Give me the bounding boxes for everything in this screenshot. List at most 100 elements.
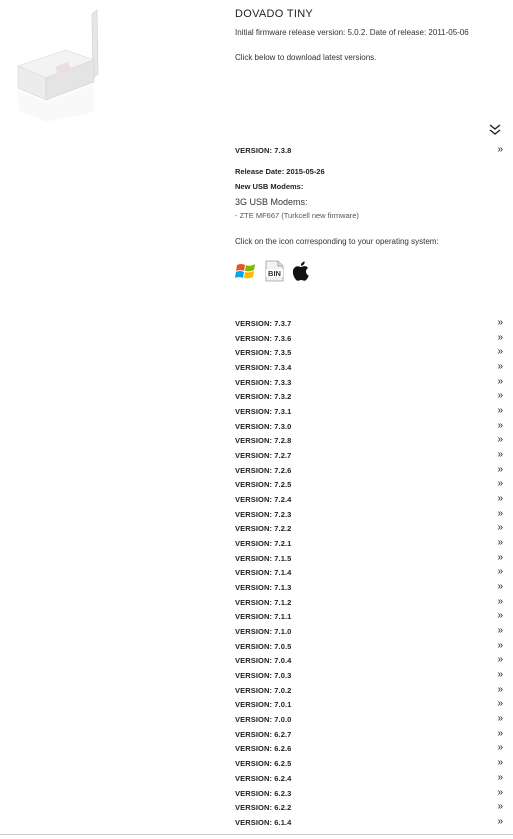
version-row[interactable]: VERSION: 7.2.4 » bbox=[235, 494, 503, 509]
version-row[interactable]: VERSION: 7.1.0 » bbox=[235, 626, 503, 641]
version-row[interactable]: VERSION: 7.3.7 » bbox=[235, 318, 503, 333]
svg-text:BIN: BIN bbox=[268, 269, 281, 278]
download-instruction-text: Click below to download latest versions. bbox=[235, 53, 377, 62]
version-label: VERSION: 7.0.3 bbox=[235, 671, 292, 681]
version-row[interactable]: VERSION: 7.3.3 » bbox=[235, 375, 503, 392]
double-chevron-right-icon: » bbox=[497, 566, 503, 578]
version-label: VERSION: 7.2.8 bbox=[235, 436, 292, 446]
apple-icon[interactable] bbox=[291, 259, 313, 283]
version-row[interactable]: VERSION: 7.3.1 » bbox=[235, 406, 503, 421]
version-row[interactable]: VERSION: 7.0.5 » bbox=[235, 639, 503, 656]
double-chevron-right-icon: » bbox=[497, 551, 503, 563]
version-row[interactable]: VERSION: 7.0.2 » bbox=[235, 683, 503, 700]
version-row[interactable]: VERSION: 6.2.6 » bbox=[235, 743, 503, 758]
version-row[interactable]: VERSION: 7.2.2 » bbox=[235, 523, 503, 538]
version-label: VERSION: 7.1.4 bbox=[235, 568, 292, 578]
double-chevron-right-icon: » bbox=[497, 434, 503, 446]
double-chevron-right-icon: » bbox=[497, 390, 503, 402]
double-chevron-right-icon: » bbox=[497, 375, 503, 387]
bottom-divider bbox=[0, 834, 513, 835]
double-chevron-right-icon: » bbox=[497, 801, 503, 813]
version-label: VERSION: 7.3.3 bbox=[235, 377, 292, 387]
version-label: VERSION: 7.2.5 bbox=[235, 480, 292, 490]
new-modems-heading: New USB Modems: bbox=[235, 182, 304, 191]
release-date: Release Date: 2015-05-26 bbox=[235, 167, 325, 176]
version-label: VERSION: 7.2.2 bbox=[235, 524, 292, 534]
version-row[interactable]: VERSION: 7.3.4 » bbox=[235, 362, 503, 377]
version-row[interactable]: VERSION: 7.2.6 » bbox=[235, 463, 503, 480]
version-label: VERSION: 7.2.6 bbox=[235, 465, 292, 475]
version-row[interactable]: VERSION: 7.3.6 » bbox=[235, 331, 503, 348]
version-row[interactable]: VERSION: 6.2.7 » bbox=[235, 728, 503, 744]
double-chevron-right-icon: » bbox=[497, 317, 503, 328]
version-label: VERSION: 7.3.4 bbox=[235, 363, 292, 373]
double-chevron-right-icon: » bbox=[497, 757, 503, 769]
version-row[interactable]: VERSION: 7.3.2 » bbox=[235, 391, 503, 406]
double-chevron-down-icon[interactable] bbox=[488, 123, 502, 137]
double-chevron-right-icon: » bbox=[497, 361, 503, 373]
double-chevron-right-icon: » bbox=[497, 625, 503, 637]
version-row[interactable]: VERSION: 7.2.5 » bbox=[235, 479, 503, 494]
version-label: VERSION: 7.3.6 bbox=[235, 333, 292, 343]
version-row[interactable]: VERSION: 6.2.4 » bbox=[235, 771, 503, 788]
double-chevron-right-icon: » bbox=[497, 346, 503, 358]
version-row[interactable]: VERSION: 7.3.5 » bbox=[235, 347, 503, 362]
version-label: VERSION: 7.2.7 bbox=[235, 451, 292, 461]
double-chevron-right-icon: » bbox=[497, 522, 503, 534]
version-label: VERSION: 7.3.5 bbox=[235, 348, 292, 358]
version-row[interactable]: VERSION: 7.0.3 » bbox=[235, 670, 503, 685]
double-chevron-right-icon: » bbox=[497, 463, 503, 475]
version-row[interactable]: VERSION: 7.2.1 » bbox=[235, 538, 503, 553]
double-chevron-right-icon: » bbox=[497, 449, 503, 461]
page-title: DOVADO TINY bbox=[235, 8, 314, 20]
double-chevron-right-icon: » bbox=[497, 493, 503, 505]
version-label: VERSION: 6.2.3 bbox=[235, 788, 292, 798]
version-row[interactable]: VERSION: 7.1.3 » bbox=[235, 582, 503, 597]
double-chevron-right-icon: » bbox=[497, 683, 503, 695]
os-prompt: Click on the icon corresponding to your … bbox=[235, 237, 439, 246]
bin-icon[interactable]: BIN bbox=[263, 259, 285, 283]
expanded-version-panel: VERSION: 7.3.8 » Release Date: 2015-05-2… bbox=[235, 145, 503, 282]
version-row[interactable]: VERSION: 6.2.3 » bbox=[235, 786, 503, 803]
version-row[interactable]: VERSION: 6.1.4 » bbox=[235, 815, 503, 832]
product-image bbox=[14, 4, 106, 124]
version-label: VERSION: 7.2.1 bbox=[235, 539, 292, 549]
version-label: VERSION: 6.2.7 bbox=[235, 729, 292, 739]
double-chevron-right-icon: » bbox=[497, 669, 503, 681]
double-chevron-right-icon: » bbox=[497, 742, 503, 754]
version-row[interactable]: VERSION: 6.2.5 » bbox=[235, 758, 503, 773]
version-row[interactable]: VERSION: 7.1.5 » bbox=[235, 551, 503, 568]
version-label: VERSION: 7.2.3 bbox=[235, 509, 292, 519]
version-row[interactable]: VERSION: 7.1.4 » bbox=[235, 567, 503, 582]
double-chevron-right-icon: » bbox=[497, 654, 503, 666]
version-label: VERSION: 7.1.3 bbox=[235, 583, 292, 593]
version-row[interactable]: VERSION: 7.0.4 » bbox=[235, 655, 503, 670]
double-chevron-right-icon: » bbox=[497, 786, 503, 798]
double-chevron-right-icon: » bbox=[497, 331, 503, 343]
version-label: VERSION: 7.1.0 bbox=[235, 627, 292, 637]
double-chevron-right-icon: » bbox=[497, 478, 503, 490]
version-label: VERSION: 6.2.6 bbox=[235, 744, 292, 754]
version-label: VERSION: 6.2.5 bbox=[235, 759, 292, 769]
version-row[interactable]: VERSION: 7.1.1 » bbox=[235, 611, 503, 626]
version-row[interactable]: VERSION: 7.2.3 » bbox=[235, 508, 503, 524]
windows-icon[interactable] bbox=[235, 259, 257, 283]
double-chevron-right-icon: » bbox=[497, 815, 503, 827]
double-chevron-right-icon: » bbox=[497, 639, 503, 651]
version-label: VERSION: 6.1.4 bbox=[235, 817, 292, 827]
version-row[interactable]: VERSION: 7.2.8 » bbox=[235, 435, 503, 450]
version-row[interactable]: VERSION: 7.1.2 » bbox=[235, 596, 503, 612]
initial-release-text: Initial firmware release version: 5.0.2.… bbox=[235, 28, 469, 37]
double-chevron-right-icon: » bbox=[497, 771, 503, 783]
version-row[interactable]: VERSION: 7.3.0 » bbox=[235, 420, 503, 436]
version-row[interactable]: VERSION: 6.2.2 » bbox=[235, 802, 503, 817]
version-row[interactable]: VERSION: 7.0.0 » bbox=[235, 714, 503, 729]
version-label: VERSION: 7.3.1 bbox=[235, 407, 292, 417]
version-row[interactable]: VERSION: 7.0.1 » bbox=[235, 699, 503, 714]
version-label: VERSION: 7.2.4 bbox=[235, 495, 292, 505]
double-chevron-right-icon: » bbox=[497, 610, 503, 622]
version-label: VERSION: 7.0.2 bbox=[235, 685, 292, 695]
version-row-expanded[interactable]: VERSION: 7.3.8 » bbox=[235, 145, 503, 160]
version-row[interactable]: VERSION: 7.2.7 » bbox=[235, 450, 503, 465]
version-label: VERSION: 7.0.5 bbox=[235, 641, 292, 651]
